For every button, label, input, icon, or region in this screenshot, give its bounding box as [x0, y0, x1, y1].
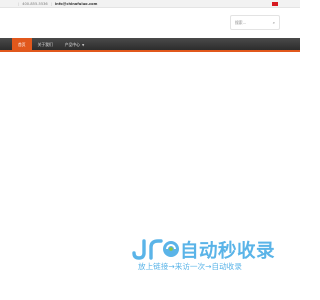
- nav-item-about[interactable]: 关于我们: [32, 38, 59, 52]
- nav-list: 首页 关于我们 产品中心 ▼: [12, 38, 90, 52]
- nav-item-label: 首页: [18, 42, 26, 47]
- search-icon[interactable]: ⌕: [273, 20, 275, 25]
- chevron-down-icon: ▼: [81, 43, 85, 47]
- watermark-logo: [132, 239, 179, 260]
- search-box[interactable]: 搜索... ⌕: [230, 15, 280, 30]
- search-input[interactable]: 搜索...: [235, 20, 246, 26]
- email-link[interactable]: info@chinafuluo.com: [55, 0, 97, 8]
- nav-item-label: 产品中心: [64, 42, 80, 47]
- nav-item-home[interactable]: 首页: [12, 38, 32, 52]
- main-nav: 首页 关于我们 产品中心 ▼: [0, 38, 300, 52]
- watermark-subtitle: 放上链接→来访一次→自动收录: [138, 262, 242, 271]
- flag-icon[interactable]: [272, 2, 278, 6]
- watermark-title: 自动秒收录: [180, 241, 276, 262]
- divider: |: [18, 2, 20, 6]
- divider: |: [50, 2, 52, 6]
- watermark: 自动秒收录 放上链接→来访一次→自动收录: [130, 238, 282, 274]
- nav-item-products[interactable]: 产品中心 ▼: [59, 38, 91, 52]
- nav-item-label: 关于我们: [37, 42, 53, 47]
- site-header: 搜索... ⌕: [0, 8, 300, 38]
- phone-number: 400-855-5536: [22, 2, 48, 6]
- contact-info: | 400-855-5536 | info@chinafuluo.com: [18, 0, 97, 8]
- top-bar: | 400-855-5536 | info@chinafuluo.com: [0, 0, 300, 8]
